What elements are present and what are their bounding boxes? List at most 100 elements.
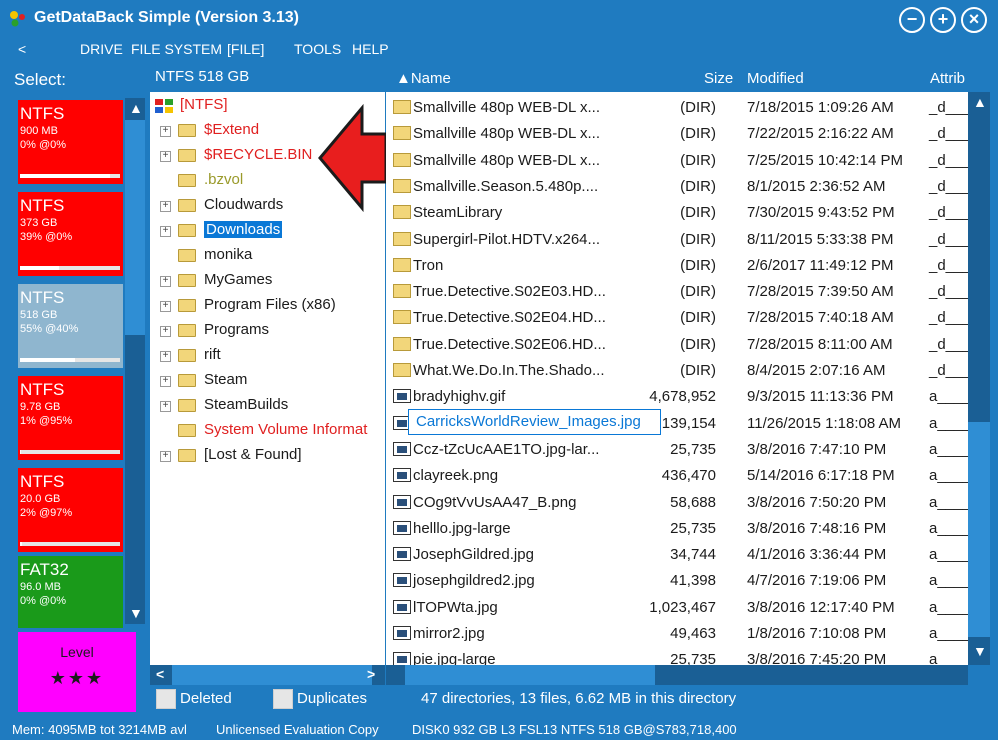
tree-item-label: $Extend — [204, 121, 260, 138]
expand-icon[interactable]: + — [160, 401, 171, 412]
folder-icon — [178, 399, 196, 412]
file-row[interactable]: Smallville 480p WEB-DL x... (DIR) 7/22/201… — [386, 120, 968, 146]
image-file-icon — [393, 652, 411, 665]
expand-icon[interactable]: + — [160, 151, 171, 162]
drive-scrollbar-thumb[interactable] — [125, 120, 145, 335]
file-attrib: _d___ — [929, 125, 968, 143]
expand-icon[interactable]: + — [160, 226, 171, 237]
drive-percent: 0% @0% — [20, 139, 67, 151]
file-row[interactable]: Smallville 480p WEB-DL x... (DIR) 7/18/201… — [386, 94, 968, 120]
file-row[interactable]: Ccz-tZcUcAAE1TO.jpg-lar... 25,735 3/8/2016… — [386, 436, 968, 462]
file-row[interactable]: COg9tVvUsAA47_B.png 58,688 3/8/2016 7:50:2… — [386, 489, 968, 515]
tree-hscrollbar-thumb[interactable] — [172, 665, 372, 685]
drive-item[interactable]: FAT32 96.0 MB 0% @0% — [18, 556, 123, 628]
file-row[interactable]: What.We.Do.In.The.Shado... (DIR) 8/4/2015 … — [386, 357, 968, 383]
tree-header: NTFS 518 GB — [155, 68, 250, 85]
expand-icon[interactable]: + — [160, 376, 171, 387]
file-name: josephgildred2.jpg — [413, 572, 535, 590]
list-vscrollbar-thumb[interactable] — [968, 422, 990, 637]
menu-drive[interactable]: DRIVE — [80, 41, 123, 57]
file-name: True.Detective.S02E06.HD... — [413, 335, 606, 353]
file-name: SteamLibrary — [413, 204, 503, 222]
drive-item[interactable]: NTFS 20.0 GB 2% @97% — [18, 468, 123, 552]
close-button[interactable]: × — [961, 7, 987, 33]
file-row[interactable]: mirror2.jpg 49,463 1/8/2016 7:10:08 PM a___… — [386, 620, 968, 646]
expand-icon[interactable]: + — [160, 201, 171, 212]
drive-percent: 1% @95% — [20, 415, 73, 427]
status-bar: Mem: 4095MB tot 3214MB avl Unlicensed Ev… — [0, 718, 998, 740]
file-size: (DIR) — [680, 335, 716, 353]
expand-icon[interactable]: + — [160, 351, 171, 362]
tree-item-label: SteamBuilds — [204, 396, 289, 413]
file-row[interactable]: JosephGildred.jpg 34,744 4/1/2016 3:36:44 … — [386, 541, 968, 567]
file-modified: 8/11/2015 5:33:38 PM — [747, 230, 894, 248]
file-row[interactable]: True.Detective.S02E04.HD... (DIR) 7/28/201… — [386, 304, 968, 330]
drive-item[interactable]: NTFS 373 GB 39% @0% — [18, 192, 123, 276]
folder-icon — [393, 100, 411, 114]
drive-root-icon — [155, 99, 173, 113]
menu-file-system[interactable]: FILE SYSTEM — [131, 41, 222, 57]
file-row[interactable]: bradyhighv.gif 4,678,952 9/3/2015 11:13:36… — [386, 383, 968, 409]
expand-icon[interactable]: + — [160, 326, 171, 337]
drive-fs: NTFS — [20, 104, 65, 123]
file-row[interactable]: josephgildred2.jpg 41,398 4/7/2016 7:19:06… — [386, 567, 968, 593]
menu-help[interactable]: HELP — [352, 41, 389, 57]
file-modified: 8/1/2015 2:36:52 AM — [747, 177, 886, 195]
level-label: Level — [60, 644, 94, 660]
column-modified[interactable]: Modified — [747, 70, 804, 87]
drive-item[interactable]: NTFS 9.78 GB 1% @95% — [18, 376, 123, 460]
expand-icon[interactable]: + — [160, 451, 171, 462]
file-row[interactable]: clayreek.png 436,470 5/14/2016 6:17:18 PM a… — [386, 462, 968, 488]
file-row[interactable]: lTOPWta.jpg 1,023,467 3/8/2016 12:17:40 PM… — [386, 594, 968, 620]
list-hscrollbar-thumb[interactable] — [405, 665, 655, 685]
tree-scroll-right-icon[interactable]: > — [367, 666, 375, 682]
file-size: 58,688 — [670, 493, 716, 511]
folder-icon — [178, 374, 196, 387]
file-attrib: a____ — [929, 651, 968, 665]
add-button[interactable]: + — [930, 7, 956, 33]
file-row[interactable]: True.Detective.S02E03.HD... (DIR) 7/28/201… — [386, 278, 968, 304]
file-row[interactable]: Smallville 480p WEB-DL x... (DIR) 7/25/201… — [386, 147, 968, 173]
list-scroll-up-icon[interactable]: ▲ — [973, 94, 987, 110]
list-scroll-down-icon[interactable]: ▼ — [973, 643, 987, 659]
folder-icon — [178, 424, 196, 437]
tree-scroll-left-icon[interactable]: < — [156, 666, 164, 682]
app-logo-icon — [10, 11, 25, 27]
file-row[interactable]: Supergirl-Pilot.HDTV.x264... (DIR) 8/11/20… — [386, 226, 968, 252]
menu-tools[interactable]: TOOLS — [294, 41, 341, 57]
back-button[interactable]: < — [18, 41, 26, 57]
image-file-icon — [393, 441, 411, 456]
menu-file[interactable]: [FILE] — [227, 41, 264, 57]
expand-icon[interactable]: + — [160, 126, 171, 137]
column-name[interactable]: ▲Name — [396, 70, 451, 87]
drive-item[interactable]: NTFS 900 MB 0% @0% — [18, 100, 123, 184]
drive-percent: 55% @40% — [20, 323, 79, 335]
drive-scroll-up-icon[interactable]: ▲ — [129, 100, 143, 116]
file-modified: 3/8/2016 7:48:16 PM — [747, 519, 887, 537]
tree-item-label: .bzvol — [204, 171, 244, 188]
deleted-label: Deleted — [180, 690, 232, 707]
drive-scroll-down-icon[interactable]: ▼ — [129, 605, 143, 621]
file-row[interactable]: True.Detective.S02E06.HD... (DIR) 7/28/201… — [386, 331, 968, 357]
drive-item[interactable]: NTFS 518 GB 55% @40% — [18, 284, 123, 368]
drive-usage-bar — [20, 174, 120, 178]
file-row[interactable]: pie.jpg-large 25,735 3/8/2016 7:45:20 PM a_… — [386, 646, 968, 665]
file-row[interactable]: SteamLibrary (DIR) 7/30/2015 9:43:52 PM _d_… — [386, 199, 968, 225]
file-row[interactable]: Tron (DIR) 2/6/2017 11:49:12 PM _d___ — [386, 252, 968, 278]
file-modified: 3/8/2016 7:45:20 PM — [747, 651, 887, 665]
drive-usage-bar — [20, 358, 120, 362]
drive-size: 96.0 MB — [20, 581, 61, 593]
tree-item-label: Downloads — [204, 221, 283, 238]
file-name: Smallville 480p WEB-DL x... — [413, 151, 601, 169]
expand-icon[interactable]: + — [160, 301, 171, 312]
file-attrib: _d___ — [929, 177, 968, 195]
column-attrib[interactable]: Attrib — [930, 70, 965, 87]
expand-icon[interactable]: + — [160, 276, 171, 287]
file-size: (DIR) — [680, 283, 716, 301]
minimize-button[interactable]: − — [899, 7, 925, 33]
column-size[interactable]: Size — [704, 70, 733, 87]
file-row[interactable]: Smallville.Season.5.480p.... (DIR) 8/1/201… — [386, 173, 968, 199]
file-row[interactable]: helllo.jpg-large 25,735 3/8/2016 7:48:16 P… — [386, 515, 968, 541]
tree-item-label: Programs — [204, 321, 270, 338]
file-size: 25,735 — [670, 651, 716, 665]
